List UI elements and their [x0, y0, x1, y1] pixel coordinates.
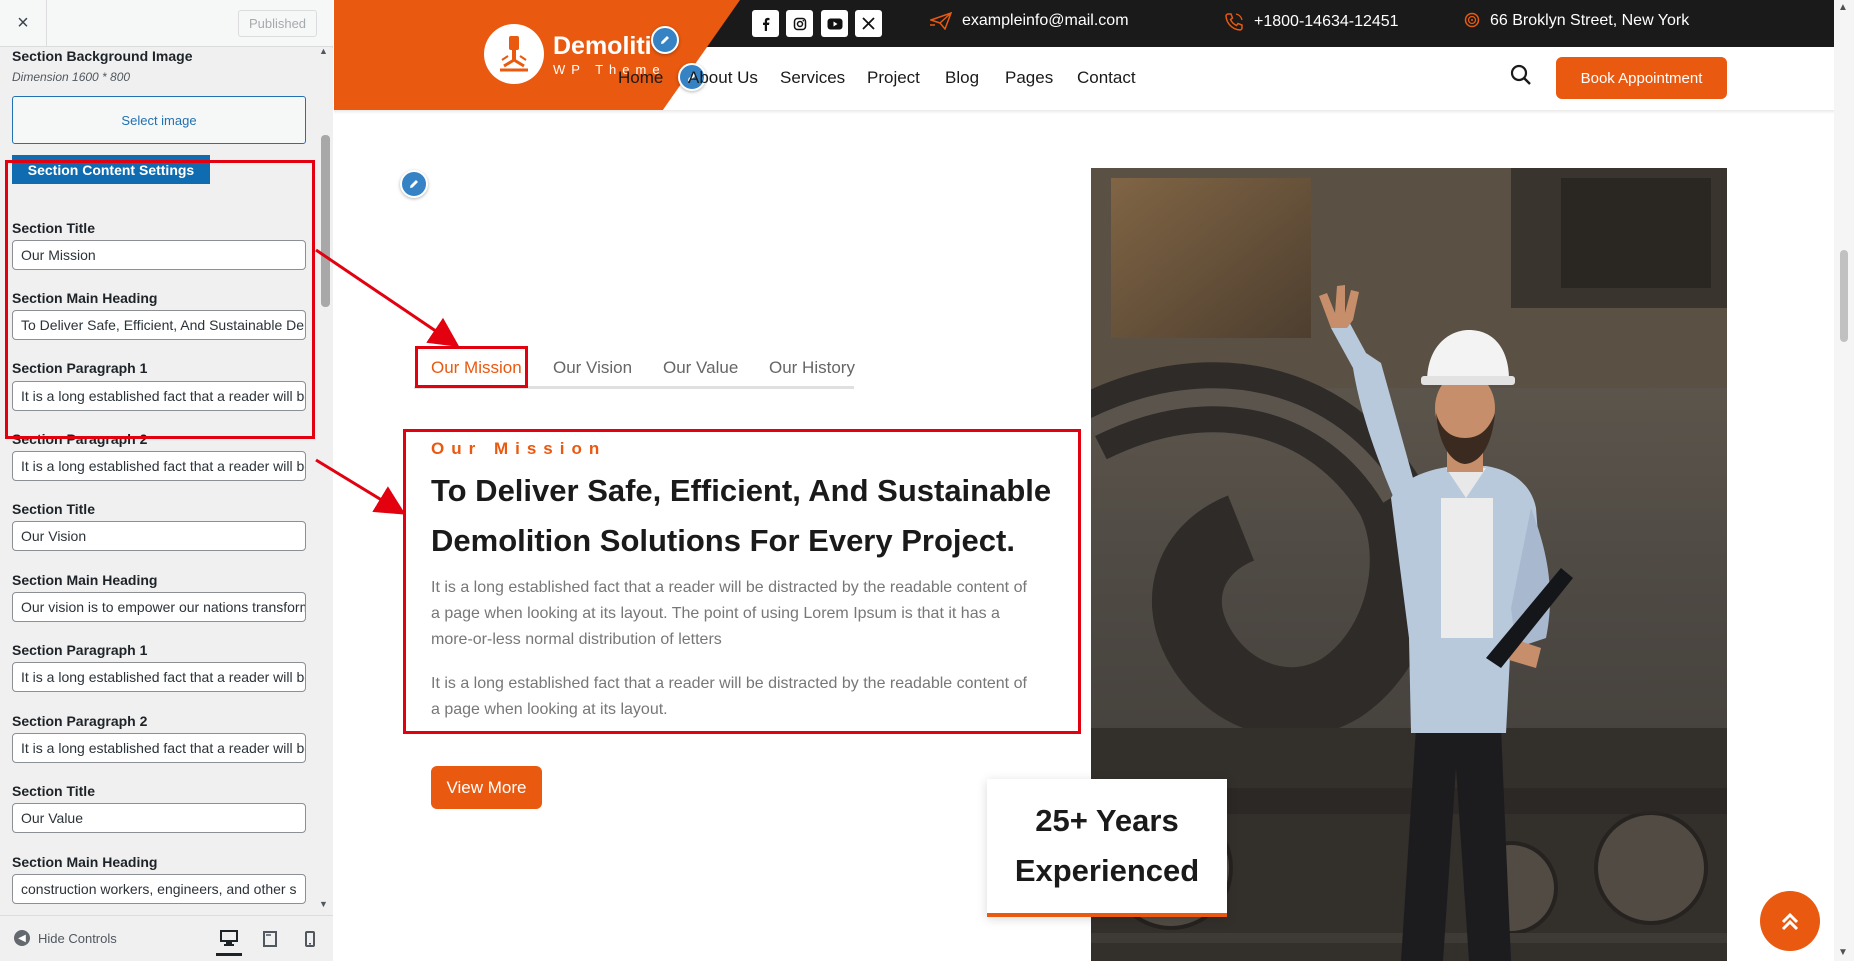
section-paragraph-2: It is a long established fact that a rea… [431, 675, 1027, 718]
section-heading: To Deliver Safe, Efficient, And Sustaina… [431, 473, 1052, 558]
field-label: Section Title [12, 783, 95, 799]
tab-our-vision[interactable]: Our Vision [553, 358, 632, 378]
nav-divider [334, 110, 1834, 114]
value-title-input[interactable]: Our Value [12, 803, 306, 833]
field-label: Section Title [12, 501, 95, 517]
youtube-icon[interactable] [821, 10, 848, 37]
nav-blog[interactable]: Blog [945, 68, 979, 88]
email-contact[interactable]: exampleinfo@mail.com [930, 12, 1129, 30]
customizer-header: × Published [0, 0, 333, 47]
customizer-footer: ◀ Hide Controls [0, 915, 333, 961]
field-label: Section Main Heading [12, 854, 158, 870]
tablet-icon[interactable] [257, 926, 283, 952]
email-text: exampleinfo@mail.com [962, 12, 1129, 29]
phone-text: +1800-14634-12451 [1254, 13, 1399, 30]
vision-paragraph2-input[interactable]: It is a long established fact that a rea… [12, 733, 306, 763]
mobile-icon[interactable] [297, 926, 323, 952]
experience-card: 25+ Years Experienced [987, 779, 1227, 917]
scroll-to-top-button[interactable] [1760, 891, 1820, 951]
field-label: Section Main Heading [12, 572, 158, 588]
paper-plane-icon [930, 12, 952, 30]
section-eyebrow: Our Mission [431, 439, 607, 458]
bg-image-note: Dimension 1600 * 800 [12, 70, 131, 84]
nav-about-us[interactable]: About Us [688, 68, 758, 88]
nav-services[interactable]: Services [780, 68, 845, 88]
value-heading-input[interactable]: construction workers, engineers, and oth… [12, 874, 306, 904]
mission-fields-highlight [5, 160, 315, 439]
edit-pencil-icon[interactable] [400, 170, 428, 198]
scroll-up-arrow-icon[interactable]: ▲ [319, 46, 328, 56]
select-image-button[interactable]: Select image [12, 96, 306, 144]
mission-paragraph2-input[interactable]: It is a long established fact that a rea… [12, 451, 306, 481]
preview-scroll-thumb[interactable] [1840, 250, 1848, 342]
x-icon[interactable] [855, 10, 882, 37]
nav-project[interactable]: Project [867, 68, 920, 88]
instagram-icon[interactable] [786, 10, 813, 37]
hide-controls-button[interactable]: ◀ Hide Controls [14, 930, 117, 946]
vision-paragraph1-input[interactable]: It is a long established fact that a rea… [12, 662, 306, 692]
phone-icon [1225, 13, 1243, 31]
scroll-up-arrow-icon[interactable]: ▲ [1838, 2, 1848, 13]
location-icon [1464, 12, 1480, 28]
desktop-icon[interactable] [216, 922, 242, 956]
published-button[interactable]: Published [238, 10, 317, 37]
experience-text: 25+ Years Experienced [1014, 803, 1200, 888]
nav-home[interactable]: Home [618, 68, 663, 88]
address-text: 66 Broklyn Street, New York [1490, 12, 1690, 29]
double-chevron-up-icon [1781, 912, 1799, 931]
field-label: Section Paragraph 1 [12, 642, 148, 658]
book-appointment-button[interactable]: Book Appointment [1556, 57, 1727, 99]
close-icon[interactable]: × [0, 0, 47, 47]
vision-heading-input[interactable]: Our vision is to empower our nations tra… [12, 592, 306, 622]
bg-image-label: Section Background Image [12, 48, 193, 64]
mission-tab-highlight [415, 346, 528, 388]
nav-pages[interactable]: Pages [1005, 68, 1053, 88]
search-icon[interactable] [1510, 64, 1536, 90]
phone-contact[interactable]: +1800-14634-12451 [1224, 12, 1399, 32]
scroll-down-arrow-icon[interactable]: ▼ [319, 899, 328, 909]
nav-contact[interactable]: Contact [1077, 68, 1136, 88]
view-more-button[interactable]: View More [431, 766, 542, 809]
customizer-sidebar: × Published Section Background Image Dim… [0, 0, 333, 961]
facebook-icon[interactable] [752, 10, 779, 37]
field-label: Section Paragraph 2 [12, 713, 148, 729]
tab-our-history[interactable]: Our History [769, 358, 855, 378]
hide-controls-label: Hide Controls [38, 930, 117, 946]
vision-title-input[interactable]: Our Vision [12, 521, 306, 551]
sidebar-scroll-thumb[interactable] [321, 135, 330, 307]
collapse-icon: ◀ [14, 930, 30, 946]
section-paragraph-1: It is a long established fact that a rea… [431, 579, 1027, 648]
tab-our-value[interactable]: Our Value [663, 358, 738, 378]
address-contact[interactable]: 66 Broklyn Street, New York [1464, 12, 1689, 30]
preview-scrollbar[interactable] [1834, 0, 1854, 961]
scroll-down-arrow-icon[interactable]: ▼ [1838, 947, 1848, 958]
site-preview: Demoliti WP Theme exampleinfo@mail.com +… [334, 0, 1854, 961]
